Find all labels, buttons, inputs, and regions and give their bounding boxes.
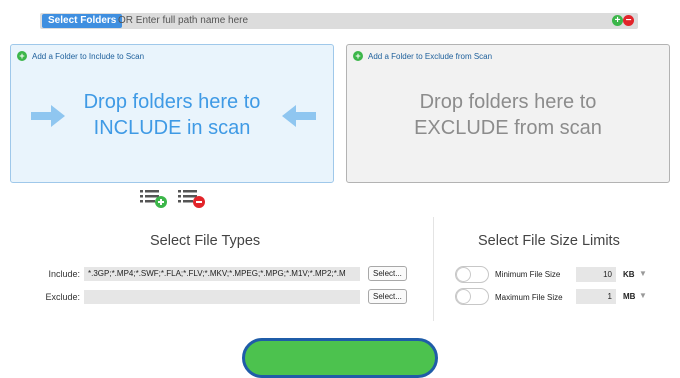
exclude-drop-zone[interactable]: + Add a Folder to Exclude from Scan Drop… [346, 44, 670, 183]
select-include-types-button[interactable]: Select... [368, 266, 407, 281]
add-include-folder-link[interactable]: + Add a Folder to Include to Scan [17, 51, 144, 61]
include-drop-zone[interactable]: + Add a Folder to Include to Scan Drop f… [10, 44, 334, 183]
max-size-unit[interactable]: MB [623, 292, 635, 301]
file-types-title: Select File Types [150, 233, 261, 249]
remove-from-list-icon[interactable] [178, 189, 206, 209]
scan-button[interactable] [242, 338, 438, 378]
exclude-types-label: Exclude: [45, 292, 80, 302]
arrow-left-icon [282, 105, 316, 127]
plus-circle-icon: + [17, 51, 27, 61]
plus-circle-icon[interactable]: + [612, 15, 623, 26]
select-exclude-types-button[interactable]: Select... [368, 289, 407, 304]
include-types-field[interactable]: *.3GP;*.MP4;*.SWF;*.FLA;*.FLV;*.MKV;*.MP… [84, 267, 360, 281]
add-exclude-folder-link[interactable]: + Add a Folder to Exclude from Scan [353, 51, 492, 61]
section-divider [433, 217, 434, 321]
path-input[interactable] [118, 14, 598, 28]
add-to-list-icon[interactable] [140, 189, 168, 209]
plus-circle-icon: + [353, 51, 363, 61]
min-size-label: Minimum File Size [495, 270, 561, 279]
include-panel-header: Add a Folder to Include to Scan [32, 51, 145, 61]
exclude-types-field[interactable] [84, 290, 360, 304]
toggle-knob [456, 289, 471, 304]
select-folders-button[interactable]: Select Folders [42, 14, 123, 28]
min-size-unit[interactable]: KB [623, 270, 635, 279]
chevron-down-icon[interactable]: ▼ [639, 269, 647, 278]
minus-circle-icon[interactable]: − [623, 15, 634, 26]
max-size-toggle[interactable] [455, 288, 489, 305]
exclude-panel-header: Add a Folder to Exclude from Scan [368, 51, 493, 61]
size-limits-title: Select File Size Limits [478, 233, 620, 249]
exclude-drop-text: Drop folders here to EXCLUDE from scan [414, 91, 602, 139]
include-types-label: Include: [48, 269, 80, 279]
max-size-input[interactable] [576, 289, 616, 304]
min-size-input[interactable] [576, 267, 616, 282]
toggle-knob [456, 267, 471, 282]
min-size-toggle[interactable] [455, 266, 489, 283]
max-size-label: Maximum File Size [495, 293, 563, 302]
chevron-down-icon[interactable]: ▼ [639, 291, 647, 300]
